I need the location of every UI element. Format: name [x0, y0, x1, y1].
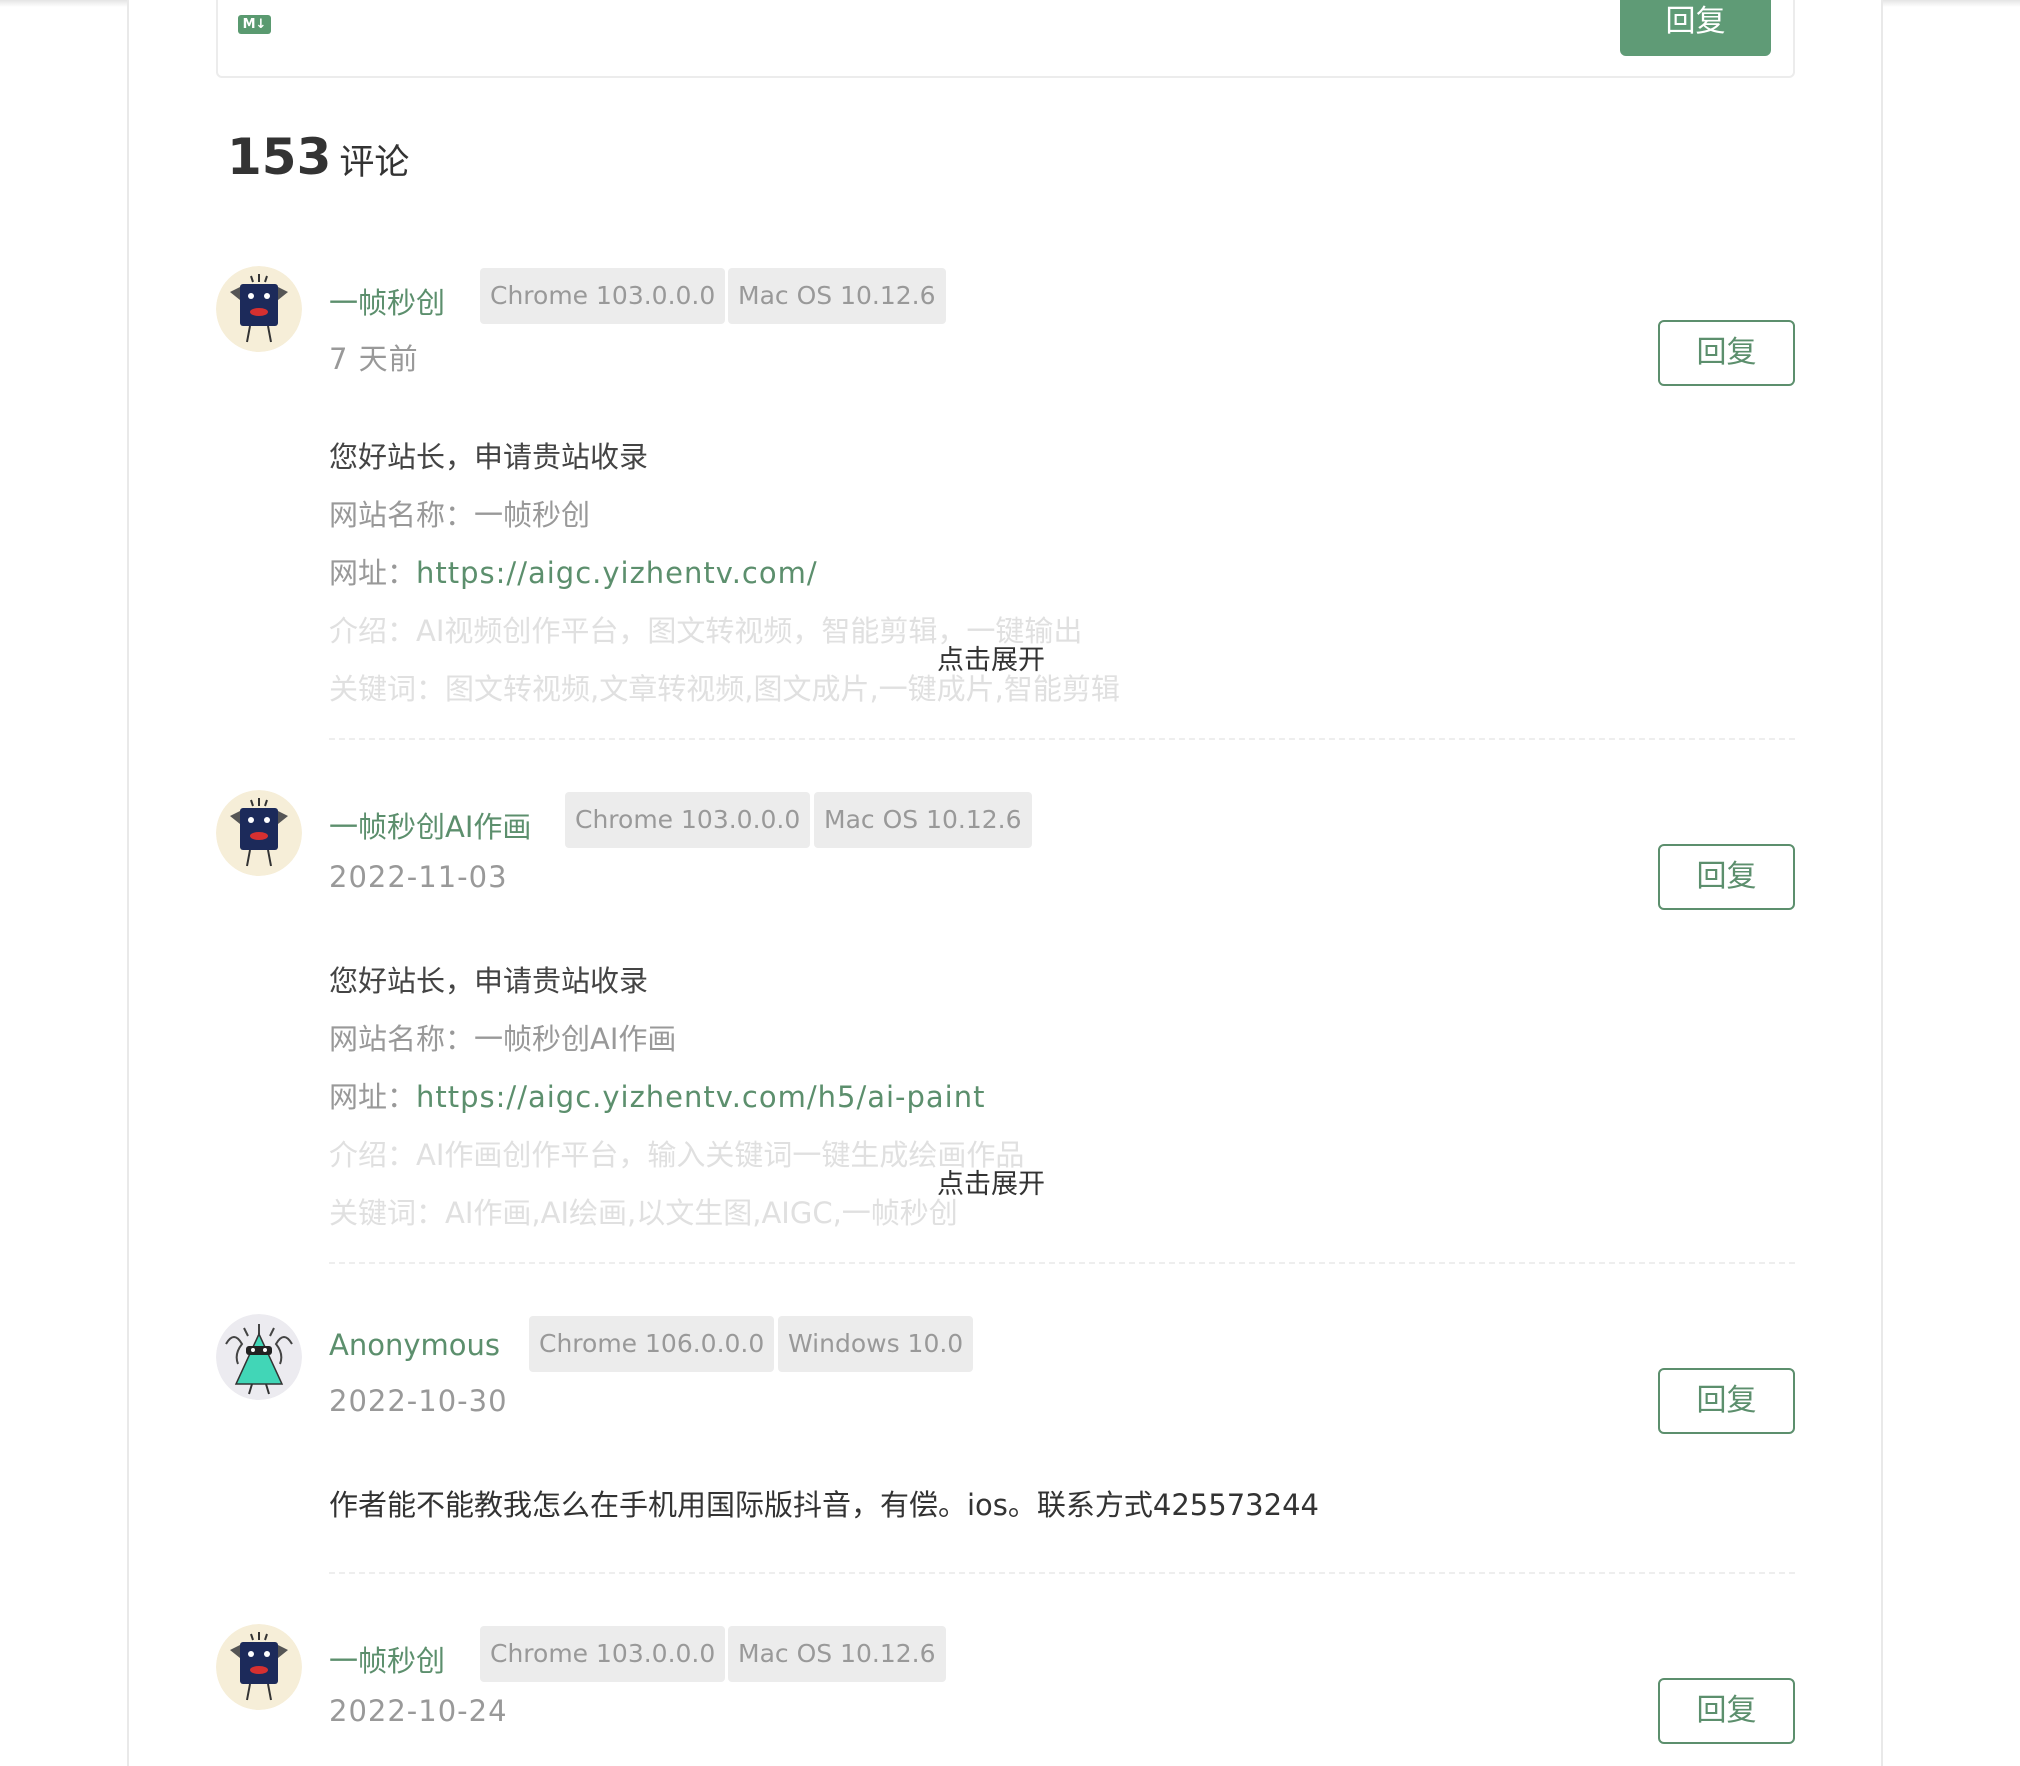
- author-name[interactable]: 一帧秒创: [329, 1638, 445, 1680]
- site-url-link[interactable]: https://aigc.yizhentv.com/h5/ai-paint: [416, 1080, 985, 1114]
- comment-line: 您好站长，申请贵站收录: [329, 964, 649, 998]
- site-url-line: 网址：https://aigc.yizhentv.com/h5/ai-paint: [329, 1080, 986, 1114]
- comment-count-header: 153 评论: [227, 128, 409, 186]
- os-tag: Mac OS 10.12.6: [728, 268, 946, 324]
- os-tag: Mac OS 10.12.6: [728, 1626, 946, 1682]
- comment-date: 2022-11-03: [329, 860, 508, 894]
- submit-reply-button[interactable]: 回复: [1620, 0, 1771, 56]
- site-name-line: 网站名称：一帧秒创AI作画: [329, 1022, 677, 1056]
- author-name[interactable]: 一帧秒创: [329, 280, 445, 322]
- browser-tag: Chrome 103.0.0.0: [480, 268, 726, 324]
- comment-count-label: 评论: [339, 143, 410, 183]
- markdown-icon[interactable]: M↓: [238, 15, 271, 34]
- comment-date: 2022-10-30: [329, 1384, 508, 1418]
- comment-date: 7 天前: [329, 342, 419, 376]
- os-tag: Mac OS 10.12.6: [814, 792, 1032, 848]
- intro-line: 介绍：AI作画创作平台，输入关键词一键生成绘画作品: [329, 1138, 1025, 1172]
- comment-divider: [329, 1262, 1795, 1264]
- author-name[interactable]: Anonymous: [329, 1328, 500, 1362]
- browser-tag: Chrome 103.0.0.0: [565, 792, 811, 848]
- reply-button[interactable]: 回复: [1658, 320, 1795, 386]
- browser-tag: Chrome 103.0.0.0: [480, 1626, 726, 1682]
- comment-divider: [329, 1572, 1795, 1574]
- site-url-link[interactable]: https://aigc.yizhentv.com/: [416, 556, 818, 590]
- comment-date: 2022-10-24: [329, 1694, 508, 1728]
- keywords-line: 关键词：AI作画,AI绘画,以文生图,AIGC,一帧秒创: [329, 1196, 958, 1230]
- reply-button[interactable]: 回复: [1658, 1368, 1795, 1434]
- browser-tag: Chrome 106.0.0.0: [529, 1316, 775, 1372]
- avatar[interactable]: [216, 790, 302, 876]
- comment-divider: [329, 738, 1795, 740]
- avatar[interactable]: [216, 1314, 302, 1400]
- site-name-line: 网站名称：一帧秒创: [329, 498, 591, 532]
- avatar[interactable]: [216, 1624, 302, 1710]
- reply-button[interactable]: 回复: [1658, 1678, 1795, 1744]
- expand-toggle[interactable]: 点击展开: [937, 1162, 1045, 1201]
- expand-toggle[interactable]: 点击展开: [937, 638, 1045, 677]
- os-tag: Windows 10.0: [778, 1316, 974, 1372]
- comment-item: 一帧秒创 Chrome 103.0.0.0 Mac OS 10.12.6 7 天…: [216, 266, 1795, 746]
- comment-item: 一帧秒创AI作画 Chrome 103.0.0.0 Mac OS 10.12.6…: [216, 790, 1795, 1270]
- comment-count: 153: [227, 128, 332, 186]
- avatar[interactable]: [216, 266, 302, 352]
- comment-line: 您好站长，申请贵站收录: [329, 440, 649, 474]
- comment-text: 作者能不能教我怎么在手机用国际版抖音，有偿。ios。联系方式425573244: [329, 1488, 1319, 1522]
- reply-button[interactable]: 回复: [1658, 844, 1795, 910]
- comment-editor[interactable]: [216, 0, 1795, 78]
- author-name[interactable]: 一帧秒创AI作画: [329, 804, 531, 846]
- comment-item: Anonymous Chrome 106.0.0.0 Windows 10.0 …: [216, 1314, 1795, 1584]
- site-url-line: 网址：https://aigc.yizhentv.com/: [329, 556, 818, 590]
- comment-item: 一帧秒创 Chrome 103.0.0.0 Mac OS 10.12.6 202…: [216, 1624, 1795, 1766]
